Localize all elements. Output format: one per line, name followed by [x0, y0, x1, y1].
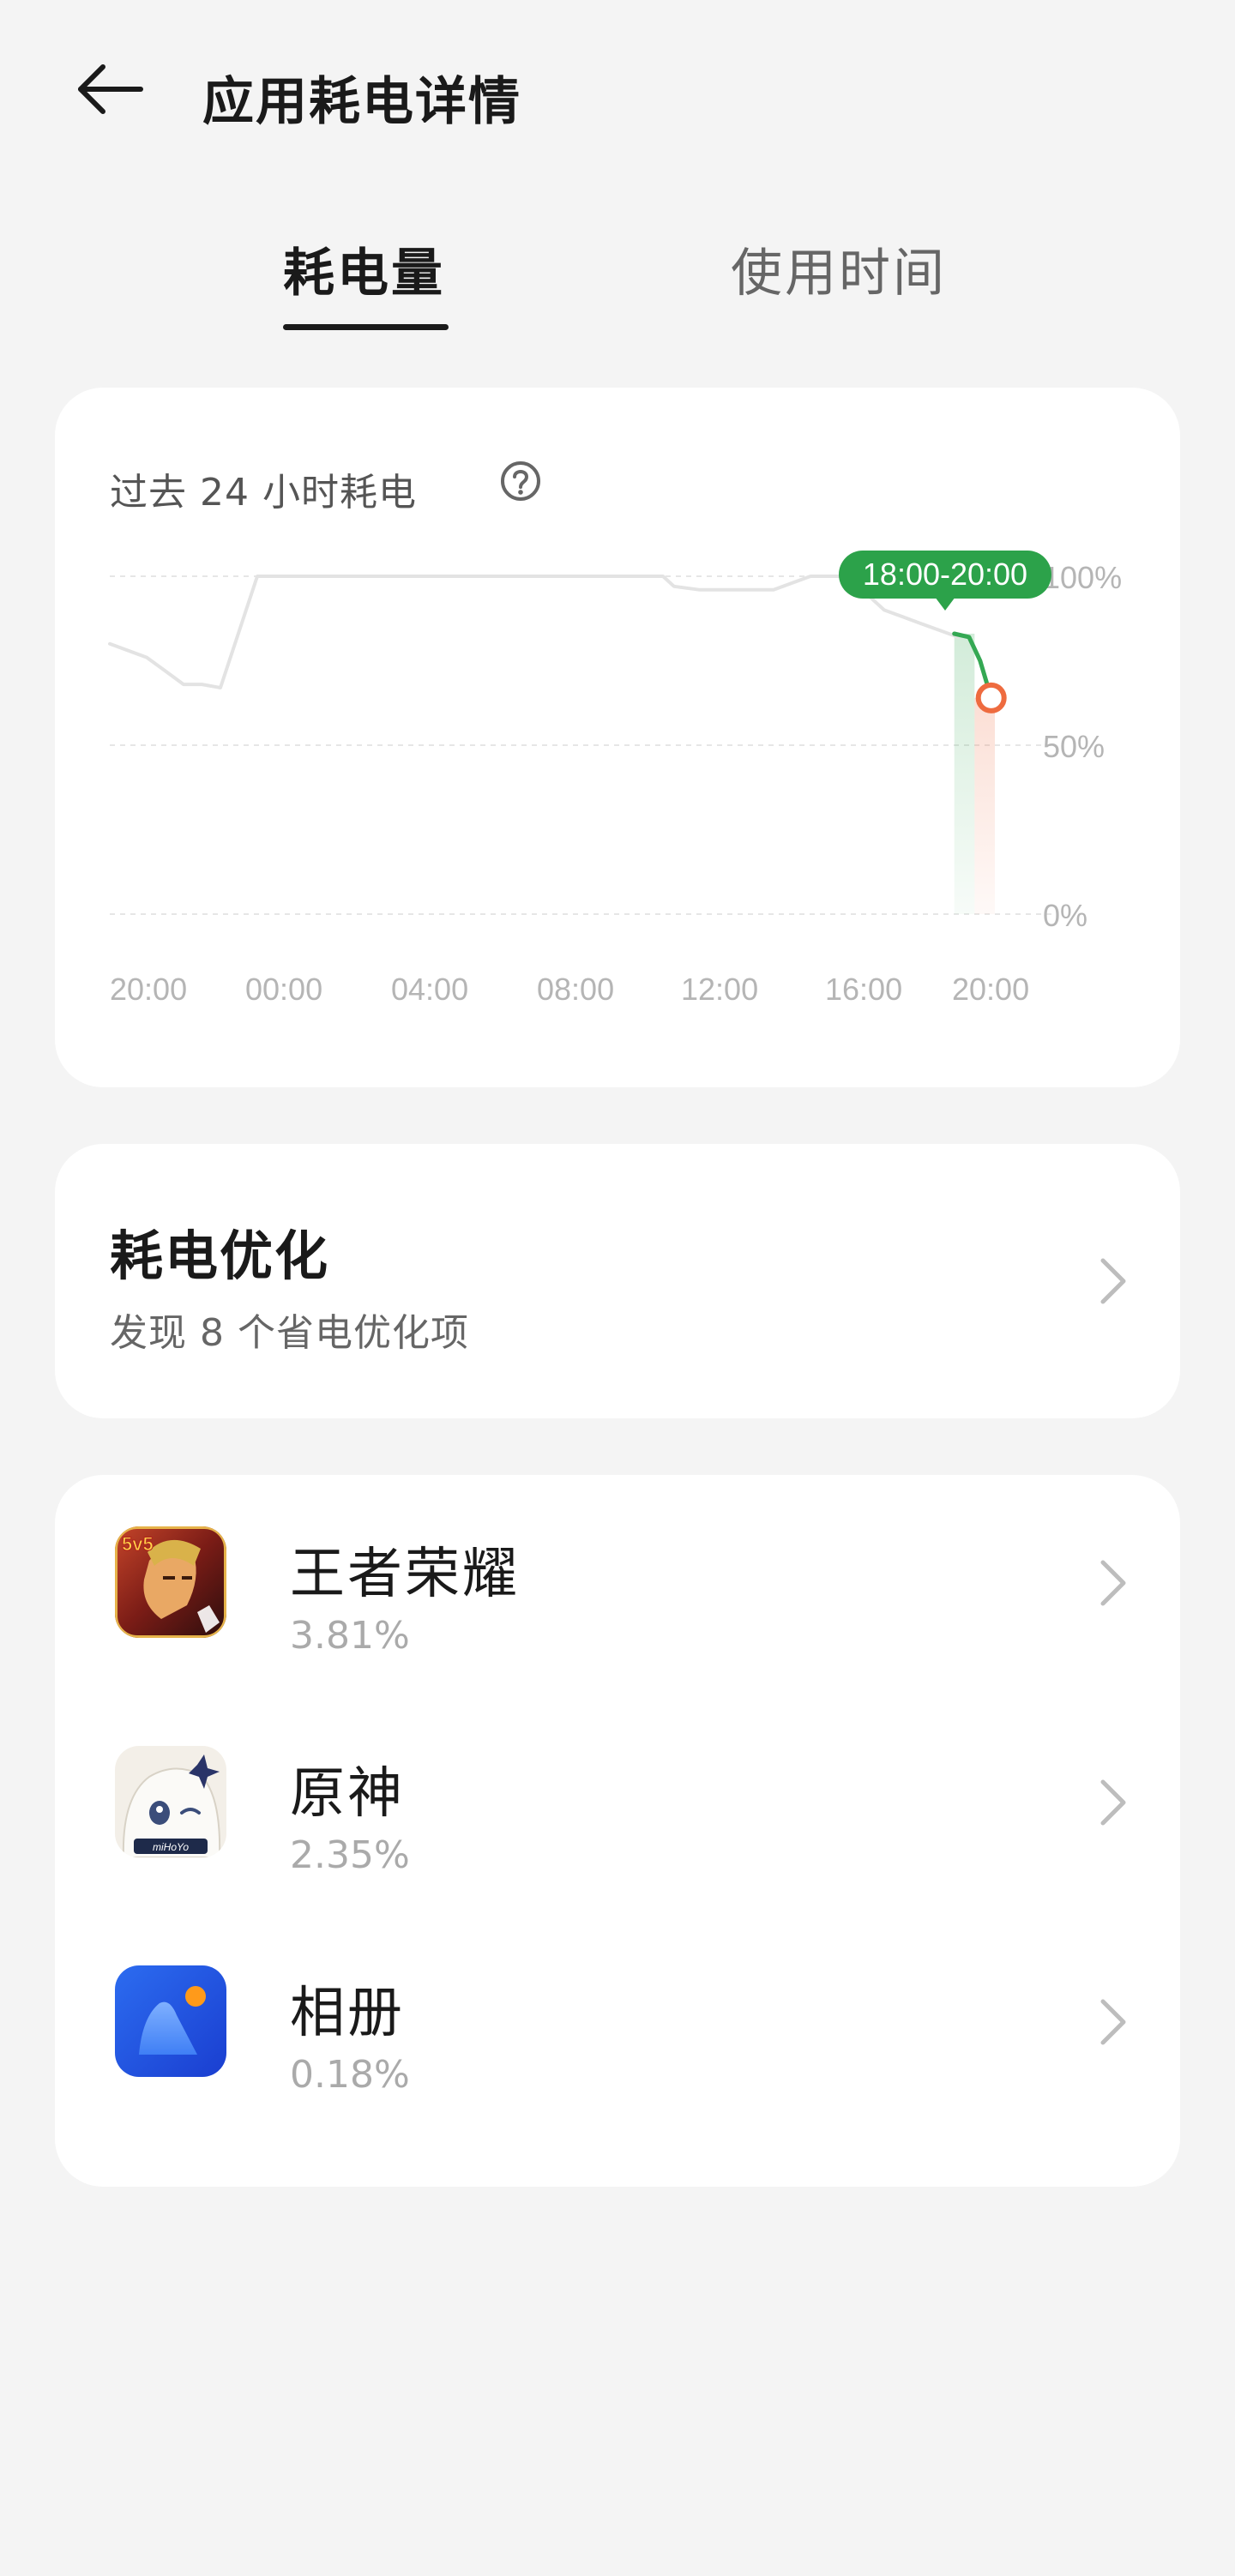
svg-text:5v5: 5v5: [122, 1533, 154, 1555]
y-tick-label: 0%: [1043, 898, 1087, 933]
genshin-impact-icon: miHoYo: [115, 1746, 226, 1857]
list-item[interactable]: 相册 0.18%: [55, 1914, 1180, 2134]
app-percent: 3.81%: [290, 1614, 410, 1658]
battery-chart-card: 过去 24 小时耗电 100% 50% 0% 20:00 00:00 04:00…: [55, 388, 1180, 1087]
app-name: 原神: [290, 1762, 405, 1826]
tab-bar: 耗电量 使用时间: [0, 214, 1235, 343]
list-item[interactable]: miHoYo 原神 2.35%: [55, 1694, 1180, 1914]
tooltip-label: 18:00-20:00: [863, 557, 1027, 592]
y-tick-label: 50%: [1043, 729, 1105, 764]
x-tick-label: 16:00: [825, 972, 902, 1007]
x-tick-label: 20:00: [952, 972, 1029, 1007]
x-tick-label: 04:00: [391, 972, 468, 1007]
page-title: 应用耗电详情: [202, 72, 521, 132]
back-arrow-icon[interactable]: [69, 53, 151, 125]
optimization-title: 耗电优化: [110, 1225, 330, 1287]
time-range-tooltip: 18:00-20:00: [839, 551, 1051, 611]
svg-text:miHoYo: miHoYo: [153, 1841, 189, 1853]
battery-level-line: [108, 575, 960, 689]
highlight-area-green: [954, 633, 975, 914]
battery-line-chart: 100% 50% 0% 20:00 00:00 04:00 08:00 12:00 16:00…: [108, 551, 1122, 1007]
x-tick-label: 20:00: [110, 972, 187, 1007]
y-tick-label: 100%: [1043, 560, 1122, 595]
header: 应用耗电详情: [0, 0, 1235, 180]
list-item[interactable]: 5v5 王者荣耀 3.81%: [55, 1475, 1180, 1694]
chevron-right-icon: [1096, 1255, 1130, 1307]
tab-power-consumption[interactable]: 耗电量: [283, 232, 445, 306]
chevron-right-icon: [1096, 1777, 1130, 1828]
x-tick-label: 08:00: [537, 972, 614, 1007]
active-tab-indicator: [283, 324, 449, 330]
chevron-right-icon: [1096, 1557, 1130, 1609]
app-percent: 0.18%: [290, 2053, 410, 2097]
chevron-right-icon: [1096, 1996, 1130, 2048]
current-point-marker: [975, 682, 1007, 713]
gallery-icon: [115, 1965, 226, 2077]
app-name: 相册: [290, 1982, 405, 2045]
x-tick-label: 00:00: [245, 972, 322, 1007]
app-battery-detail-page: 应用耗电详情 耗电量 使用时间 过去 24 小时耗电 100% 50% 0% 2…: [0, 0, 1235, 2576]
power-optimization-card[interactable]: 耗电优化 发现 8 个省电优化项: [55, 1144, 1180, 1418]
x-tick-label: 12:00: [681, 972, 758, 1007]
optimization-subtitle: 发现 8 个省电优化项: [110, 1311, 469, 1355]
honor-of-kings-icon: 5v5: [115, 1526, 226, 1638]
highlight-area-orange: [974, 697, 995, 914]
tab-usage-time[interactable]: 使用时间: [731, 232, 947, 306]
app-name: 王者荣耀: [290, 1543, 520, 1606]
app-percent: 2.35%: [290, 1833, 410, 1877]
app-list-card: 5v5 王者荣耀 3.81% miHoYo 原神 2.35% 相册 0.18%: [55, 1475, 1180, 2187]
